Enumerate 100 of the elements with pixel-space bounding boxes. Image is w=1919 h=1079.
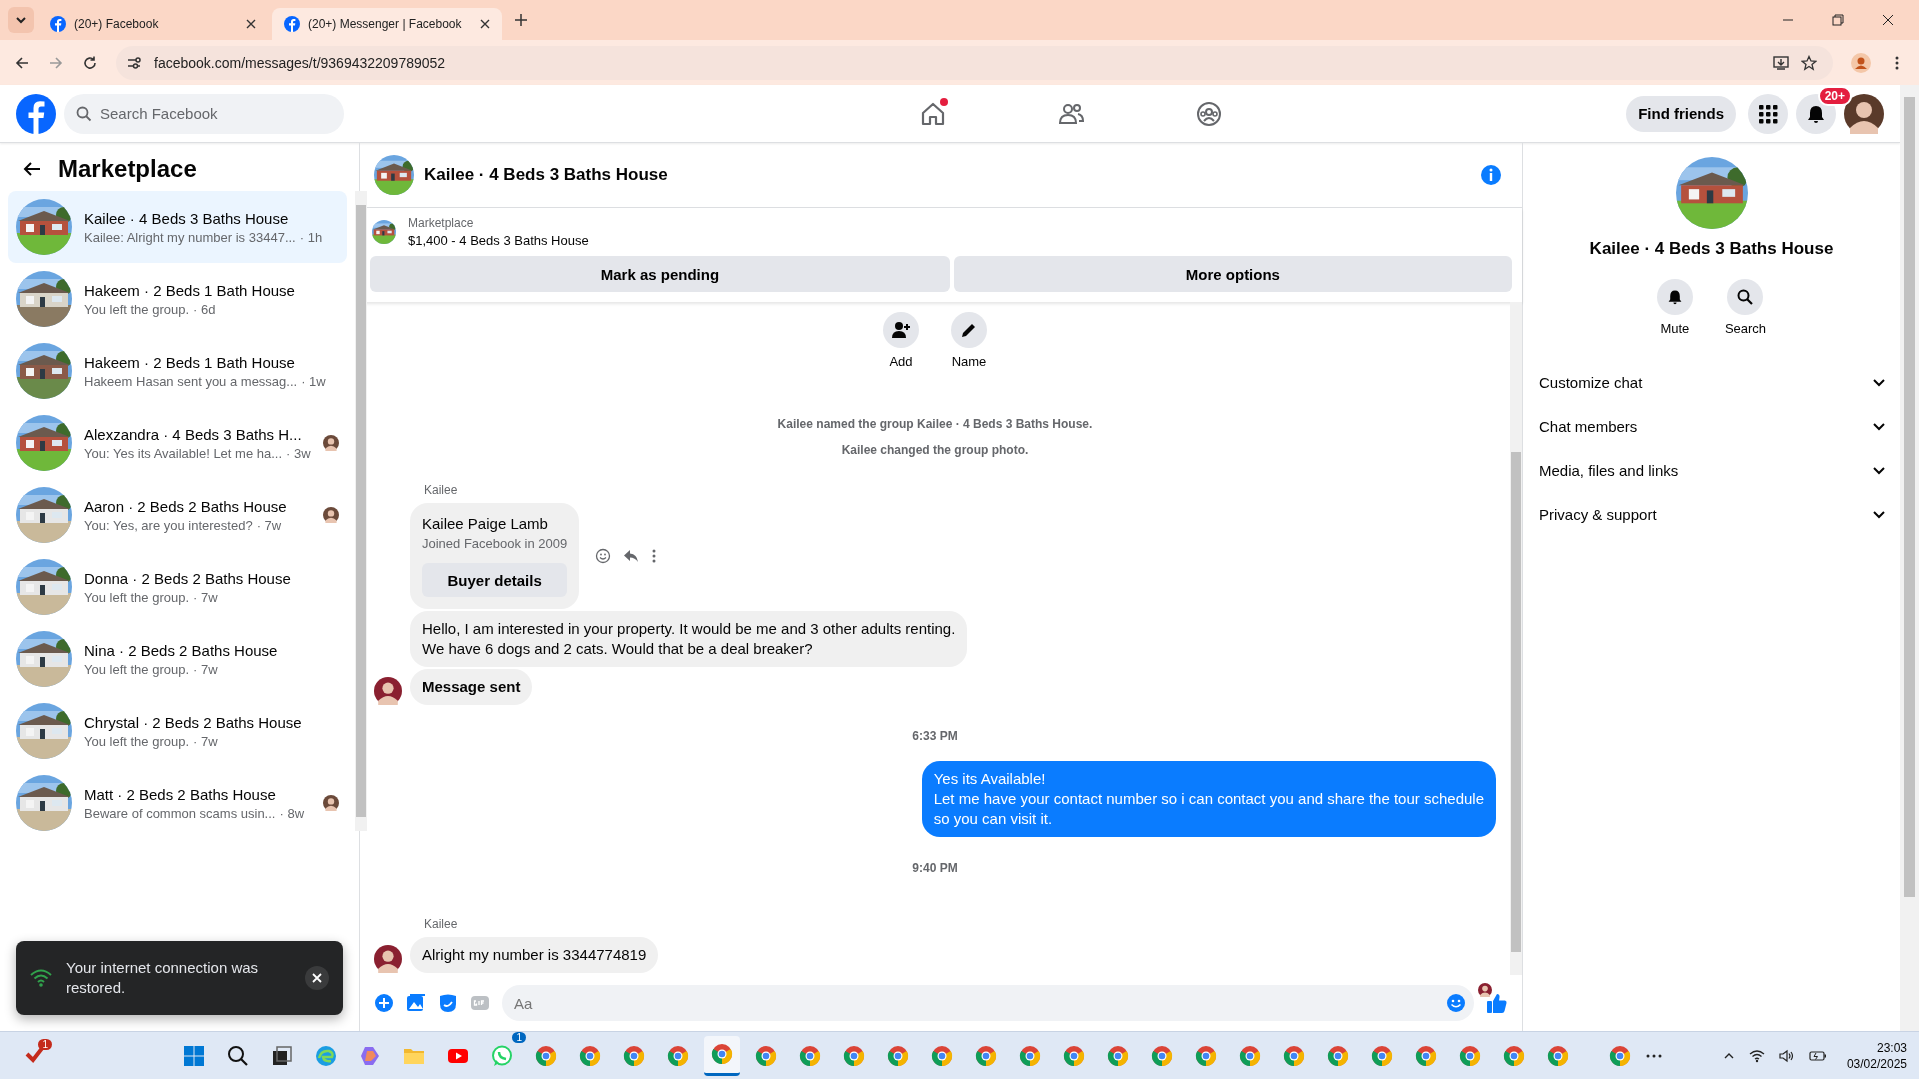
tab-list-button[interactable] (8, 7, 34, 33)
close-icon[interactable] (246, 19, 256, 29)
sticker-icon[interactable] (438, 993, 458, 1013)
scrollbar[interactable] (354, 191, 367, 831)
conversation-item[interactable]: Hakeem · 2 Beds 1 Bath House Hakeem Hasan sent you a messag... · 1w (8, 335, 347, 407)
avatar (374, 677, 402, 705)
avatar (1478, 983, 1492, 997)
timestamp: · 6d (193, 301, 216, 317)
action-label: Name (951, 354, 987, 369)
chat-action[interactable]: Add (883, 312, 919, 369)
timestamp: · 8w (279, 805, 305, 821)
emoji-icon[interactable] (595, 548, 612, 564)
more-icon[interactable] (1646, 1052, 1662, 1059)
profile-icon[interactable] (1851, 52, 1871, 73)
more-icon[interactable] (651, 548, 658, 564)
action-button[interactable]: Mark as pending (370, 256, 950, 292)
message-field[interactable]: Aa (502, 985, 1474, 1021)
action-icon-button[interactable] (1727, 279, 1764, 315)
conversation-item[interactable]: Hakeem · 2 Beds 1 Bath House You left the group. · 6d (8, 263, 347, 335)
conversation-item[interactable]: Matt · 2 Beds 2 Baths House Beware of common scams usin... · 8w (8, 767, 347, 839)
menu-button[interactable] (1748, 93, 1788, 134)
timestamp: · 1w (301, 373, 326, 389)
message-preview: You left the group. (84, 589, 190, 605)
browser-icon (623, 1044, 645, 1067)
conversation-item[interactable]: Alexzandra · 4 Beds 3 Baths H... You: Yes its Available! Let me ha... · 3w (8, 407, 347, 479)
speaker-icon[interactable] (1778, 1048, 1795, 1063)
action-button[interactable]: More options (953, 256, 1512, 292)
conversation-name: Kailee · 4 Beds 3 Baths House (1589, 239, 1834, 259)
wifi-icon[interactable] (1748, 1048, 1765, 1063)
chat-bubble-icon (491, 1044, 513, 1067)
section-header[interactable]: Media, files and links (1539, 448, 1886, 492)
chat-action[interactable]: Search (1724, 279, 1767, 336)
count-badge: 1 (512, 1031, 526, 1043)
address-field[interactable]: facebook.com/messages/t/9369432209789052 (116, 45, 1833, 80)
browser-icon (755, 1044, 777, 1067)
browser-icon (1019, 1044, 1041, 1067)
action-label: Mute (1660, 321, 1690, 336)
chat-action[interactable]: Mute (1656, 279, 1693, 336)
conversation-item[interactable]: Aaron · 2 Beds 2 Baths House You: Yes, are you interested? · 7w (8, 479, 347, 551)
conversation-item[interactable]: Chrystal · 2 Beds 2 Baths House You left the group. · 7w (8, 695, 347, 767)
browser-icon (535, 1044, 557, 1067)
reply-icon[interactable] (623, 548, 640, 564)
conversation-title: Donna · 2 Beds 2 Baths House (84, 569, 292, 587)
scrollbar[interactable] (1510, 302, 1522, 975)
conversation-item[interactable]: Nina · 2 Beds 2 Baths House You left the group. · 7w (8, 623, 347, 695)
wifi-icon (30, 969, 52, 987)
forward-icon[interactable] (48, 54, 64, 71)
section-header[interactable]: Chat members (1539, 404, 1886, 448)
bookmark-star-icon[interactable] (1801, 54, 1817, 71)
info-icon[interactable] (1480, 164, 1502, 186)
thumbs-up-icon[interactable] (1486, 992, 1508, 1014)
tab-title: (20+) Messenger | Facebook (308, 17, 463, 31)
restore-icon[interactable] (1832, 14, 1844, 26)
task-view-icon (271, 1044, 293, 1067)
conversation-title: Kailee · 4 Beds 3 Baths House (84, 209, 290, 227)
browser-tab[interactable]: (20+) Messenger | Facebook (272, 8, 502, 40)
facebook-logo-icon[interactable] (16, 93, 56, 134)
profile-subtitle: Joined Facebook in 2009 (422, 536, 568, 551)
emoji-icon[interactable] (1446, 993, 1466, 1013)
account-button[interactable] (1844, 93, 1884, 134)
browser-icon (799, 1044, 821, 1067)
message-bubble: Message sent (410, 669, 533, 705)
page-scrollbar[interactable] (1900, 85, 1919, 1031)
grid-icon (1758, 103, 1778, 124)
plus-icon[interactable] (374, 993, 394, 1013)
site-settings-icon[interactable] (126, 54, 142, 71)
groups-icon (1196, 100, 1223, 127)
install-icon[interactable] (1773, 54, 1789, 71)
browser-icon (1195, 1044, 1217, 1067)
browser-icon (1415, 1044, 1437, 1067)
find-friends-button[interactable]: Find friends (1626, 95, 1736, 132)
chat-action[interactable]: Name (951, 312, 987, 369)
browser-icon (931, 1044, 953, 1067)
conversation-title: Hakeem · 2 Beds 1 Bath House (84, 281, 296, 299)
new-tab-icon[interactable] (514, 13, 528, 27)
listing-price: $1,400 - 4 Beds 3 Baths House (408, 233, 589, 248)
buyer-details-button[interactable]: Buyer details (422, 563, 568, 597)
message-preview: You left the group. (84, 733, 190, 749)
image-icon[interactable] (406, 993, 426, 1013)
action-icon-button[interactable] (951, 312, 987, 348)
conversation-item[interactable]: Kailee · 4 Beds 3 Baths House Kailee: Alright my number is 33447... · 1h (8, 191, 347, 263)
timestamp: · 3w (286, 445, 311, 461)
section-header[interactable]: Customize chat (1539, 360, 1886, 404)
assistant-icon (359, 1044, 381, 1067)
conversation-item[interactable]: Donna · 2 Beds 2 Baths House You left the group. · 7w (8, 551, 347, 623)
close-icon[interactable] (480, 19, 490, 29)
close-icon[interactable] (1882, 14, 1894, 26)
timestamp: · 7w (193, 661, 218, 677)
back-icon[interactable] (14, 54, 30, 71)
close-button[interactable] (305, 966, 329, 990)
clock[interactable]: 23:03 03/02/2025 (1846, 1039, 1907, 1072)
browser-tab[interactable]: (20+) Facebook (38, 8, 268, 40)
message-preview: You: Yes its Available! Let me ha... (84, 445, 283, 461)
action-icon-button[interactable] (883, 312, 919, 348)
section-header[interactable]: Privacy & support (1539, 492, 1886, 536)
reload-icon[interactable] (82, 54, 98, 71)
search-field[interactable]: Search Facebook (64, 93, 344, 134)
battery-icon[interactable] (1808, 1049, 1827, 1062)
message-time: 9:40 PM (912, 861, 958, 875)
action-icon-button[interactable] (1656, 279, 1693, 315)
